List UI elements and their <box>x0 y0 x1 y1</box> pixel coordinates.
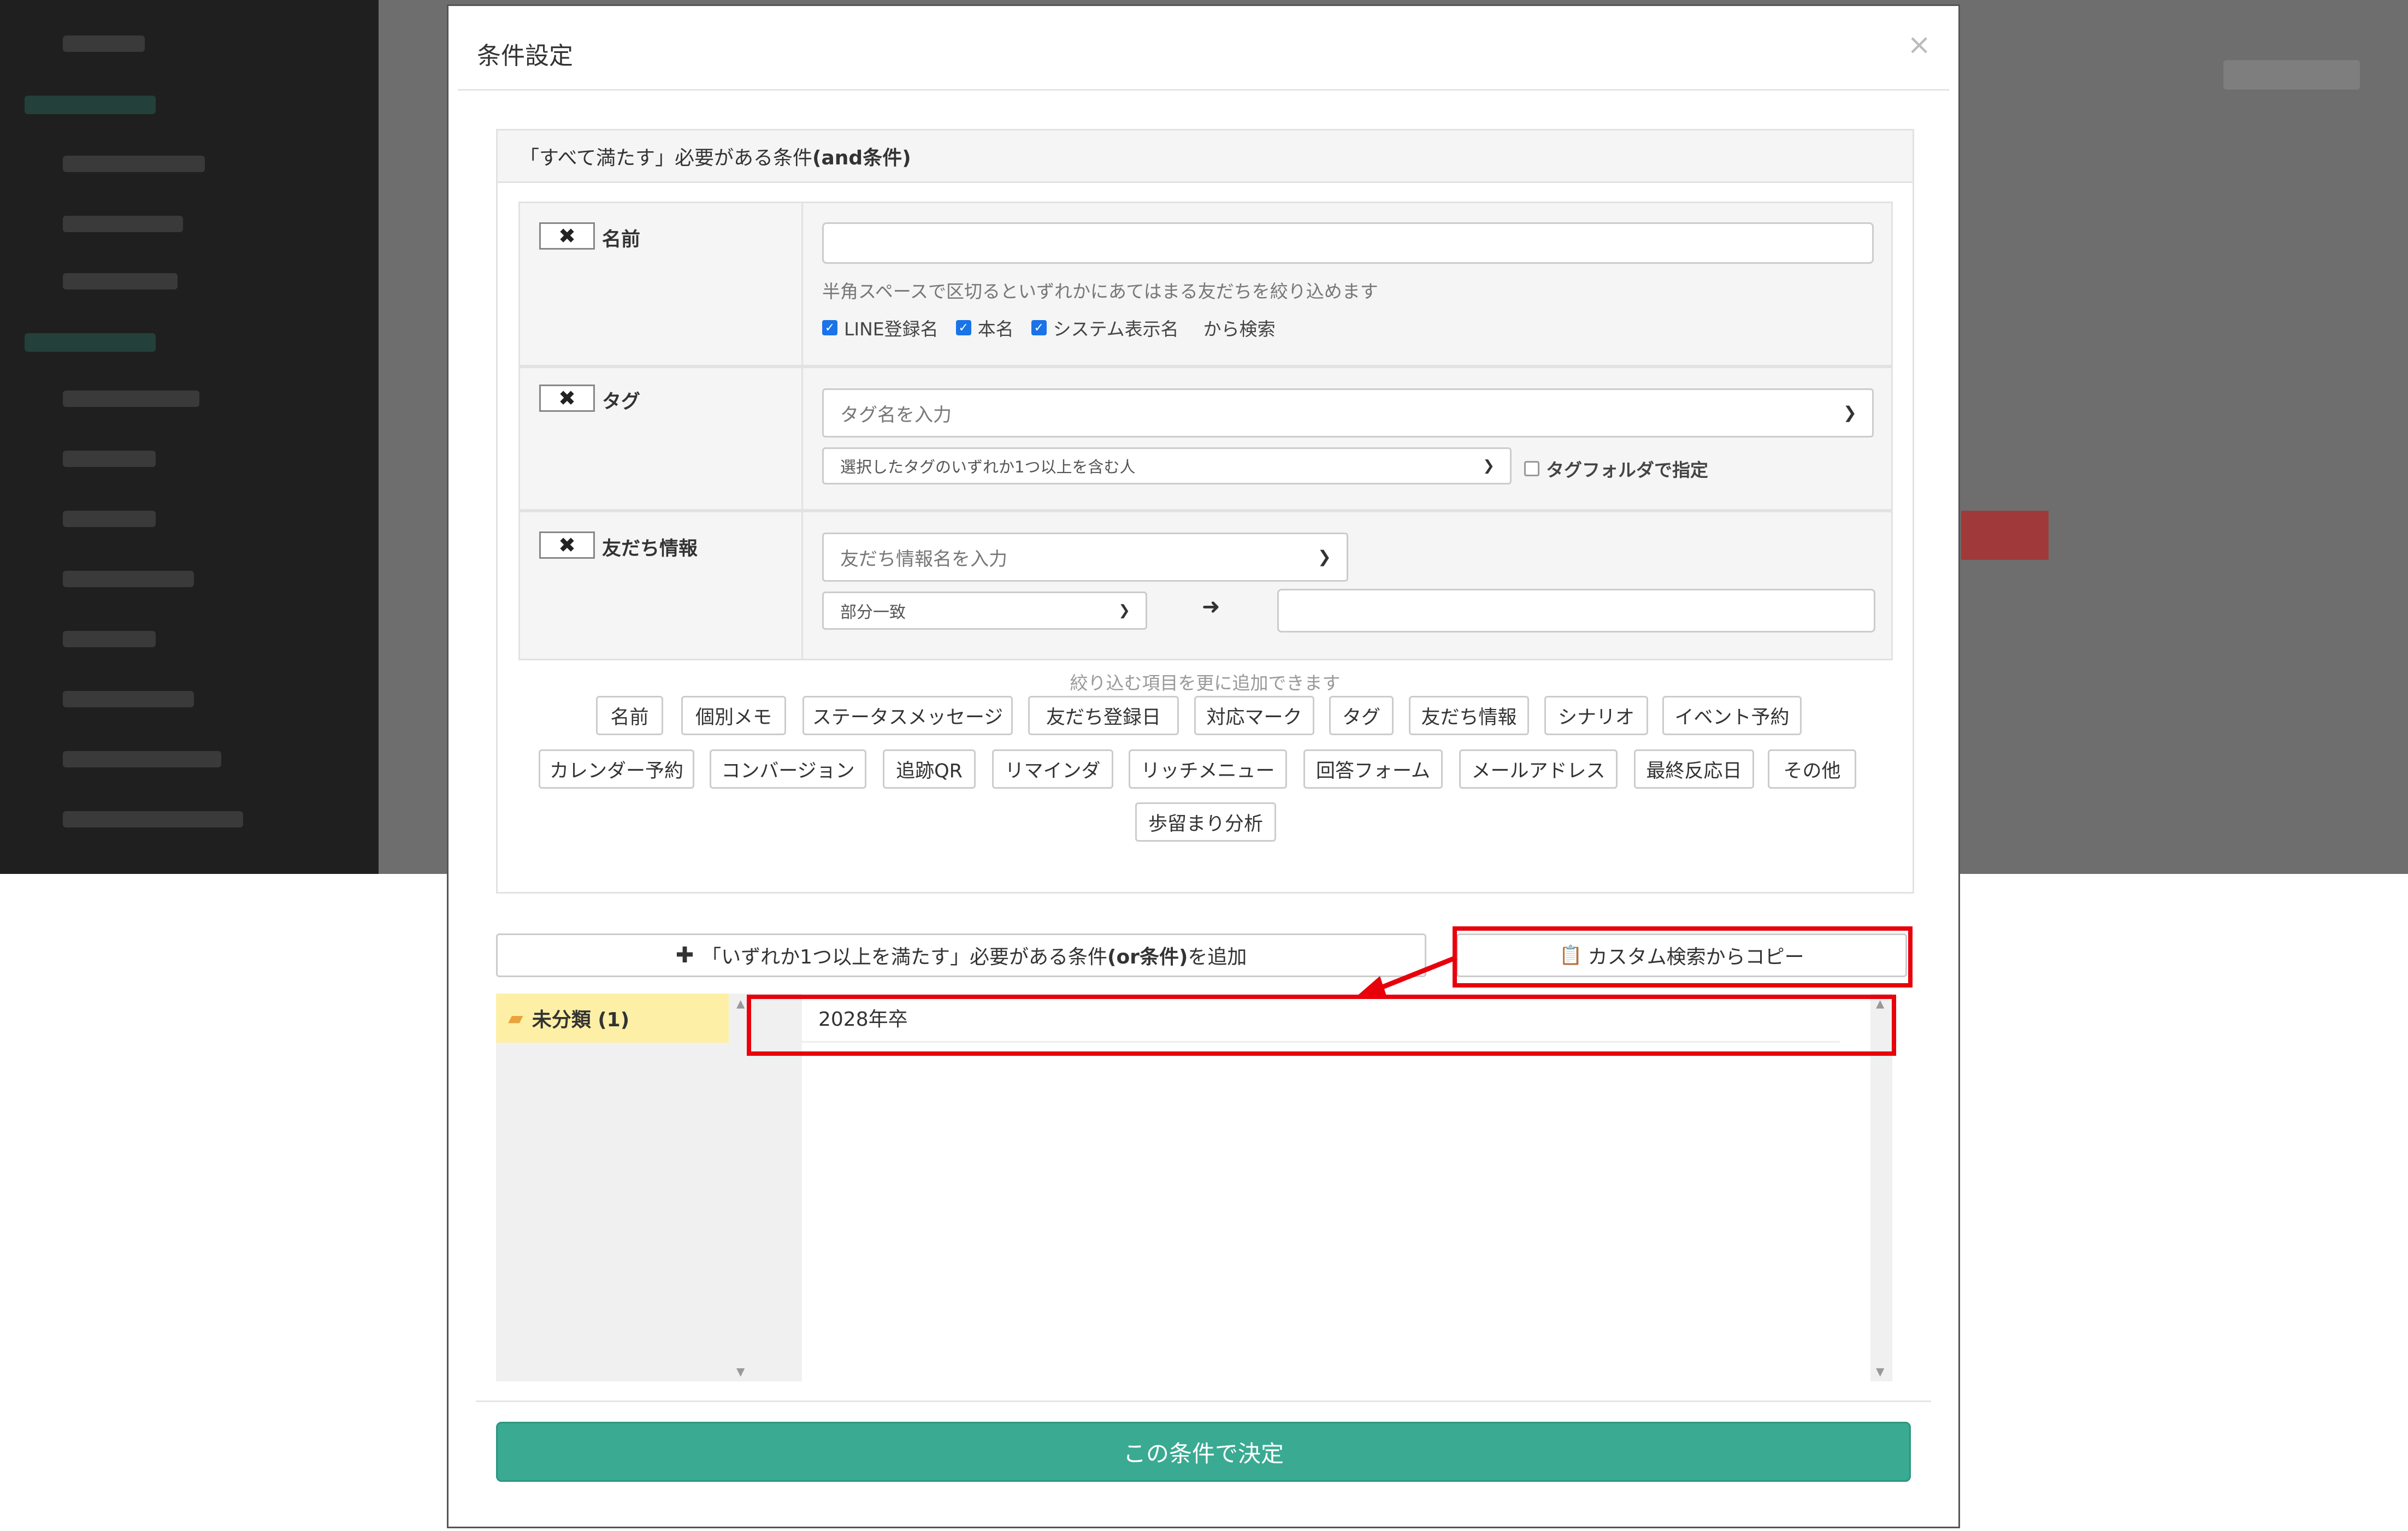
bg-sidebar-item <box>63 511 156 527</box>
background-button <box>2223 60 2360 90</box>
submit-conditions-button[interactable]: この条件で決定 <box>496 1422 1911 1482</box>
bg-sidebar-item <box>63 273 178 289</box>
bg-sidebar-item <box>63 451 156 467</box>
background-sidebar <box>0 0 379 874</box>
bg-sidebar-item <box>63 691 194 707</box>
divider <box>476 1400 1931 1402</box>
annotation-arrow-head <box>1355 976 1387 997</box>
bg-sidebar-section <box>25 96 156 114</box>
bg-sidebar-item <box>63 571 194 587</box>
bg-sidebar-item <box>63 216 183 232</box>
background-button <box>1961 511 2049 560</box>
annotation-arrow <box>1355 955 1457 997</box>
annotation-arrow-line <box>1376 955 1457 992</box>
bg-sidebar-item <box>63 631 156 647</box>
bg-sidebar-item <box>63 36 145 52</box>
condition-settings-modal: 条件設定 × 「すべて満たす」必要がある条件 (and条件) ✖ 名前 半角スペ… <box>447 4 1960 1528</box>
bg-sidebar-item <box>63 811 243 827</box>
bg-sidebar-item <box>63 751 221 767</box>
bg-sidebar-item <box>63 391 199 407</box>
bg-sidebar-section <box>25 333 156 352</box>
bg-sidebar-item <box>63 156 205 172</box>
